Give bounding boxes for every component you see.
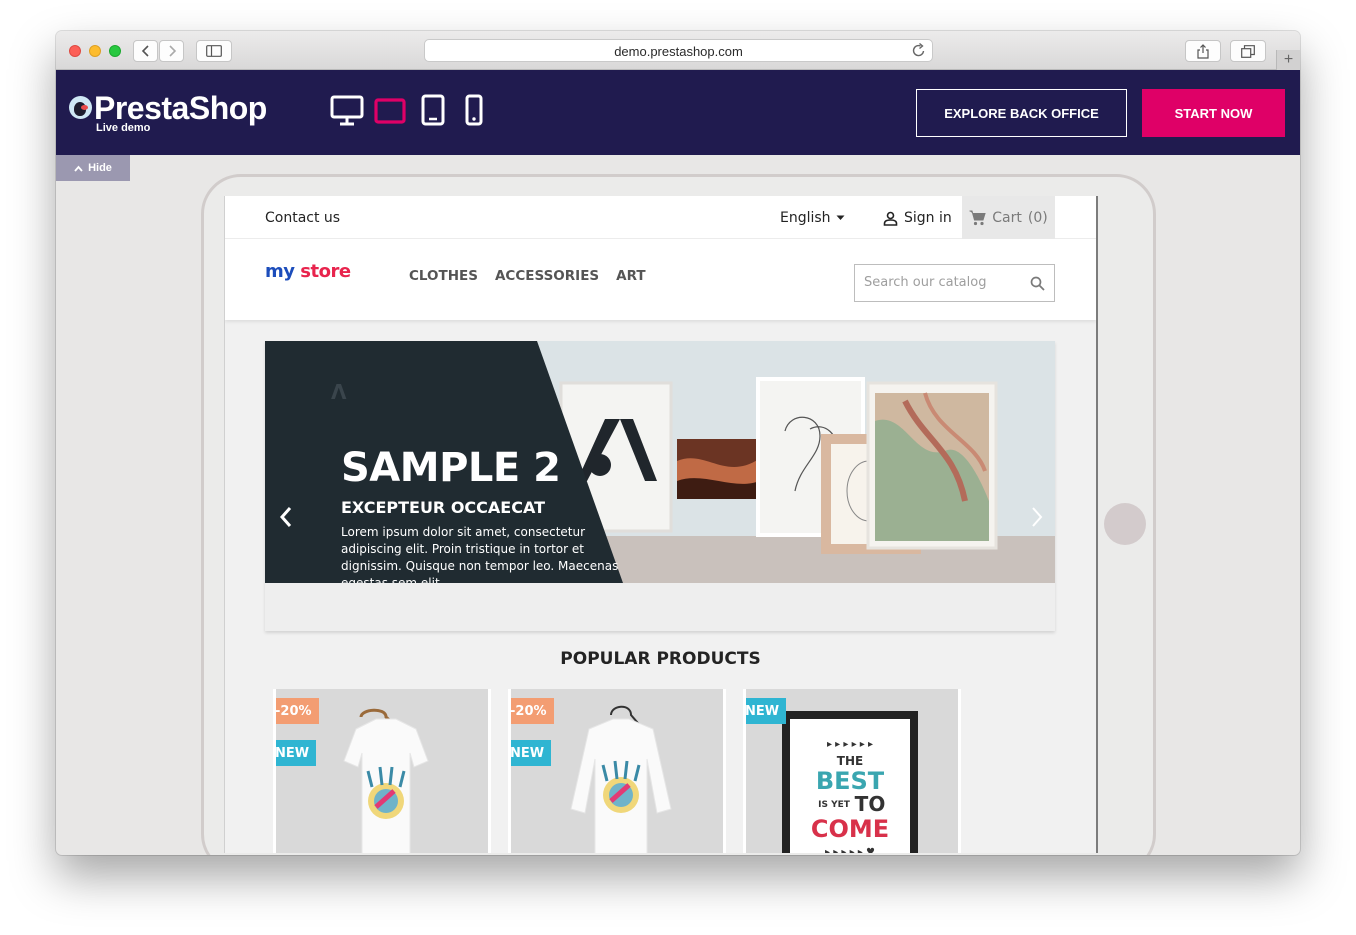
poster-line-4: TO	[855, 792, 886, 816]
product-card[interactable]: ▸ ▸ ▸ ▸ ▸ ▸ THE BEST IS YET TO COME ▸ ▸ …	[743, 689, 961, 853]
sidebar-icon	[206, 45, 222, 57]
product-card[interactable]: -20% NEW	[508, 689, 726, 853]
sign-in-link[interactable]: Sign in	[883, 210, 952, 226]
prestashop-logo-text: PrestaShop	[94, 90, 267, 126]
poster-line-5: COME	[811, 815, 889, 843]
svg-text:▸ ▸ ▸ ▸ ▸ ♥: ▸ ▸ ▸ ▸ ▸ ♥	[825, 847, 875, 853]
caret-down-icon	[836, 215, 845, 220]
sidebar-toggle-button[interactable]	[196, 40, 232, 62]
slider-next-icon[interactable]	[1030, 506, 1044, 528]
user-icon	[883, 211, 898, 226]
chevron-left-icon	[141, 45, 149, 57]
poster-line-3: IS YET	[818, 800, 851, 810]
tabs-icon	[1241, 44, 1255, 58]
tablet-portrait-icon[interactable]	[421, 94, 445, 126]
search-placeholder: Search our catalog	[864, 275, 987, 290]
sign-in-label: Sign in	[904, 210, 952, 226]
store-top-bar: Contact us English Sign in Cart (0)	[225, 196, 1096, 239]
forward-button[interactable]	[159, 40, 184, 62]
prestashop-logo[interactable]: PrestaShop	[69, 90, 267, 126]
browser-toolbar: demo.prestashop.com +	[56, 31, 1300, 70]
new-badge: NEW	[276, 740, 317, 766]
product-card[interactable]: -20% NEW	[273, 689, 491, 853]
browser-window: demo.prestashop.com + PrestaShop Live de…	[56, 31, 1300, 855]
svg-text:▸ ▸ ▸ ▸ ▸ ▸: ▸ ▸ ▸ ▸ ▸ ▸	[827, 739, 873, 750]
back-button[interactable]	[133, 40, 158, 62]
home-slider: Λ SAMPLE 2 EXCEPTEUR OCCAECAT Lorem ipsu…	[265, 341, 1055, 631]
logo-word-my: my	[265, 261, 295, 282]
live-demo-label: Live demo	[96, 122, 151, 134]
poster-line-2: BEST	[816, 767, 885, 795]
mobile-icon[interactable]	[465, 94, 483, 126]
slide-description: Lorem ipsum dolor sit amet, consectetur …	[341, 525, 619, 583]
zoom-window-button[interactable]	[109, 45, 121, 57]
address-bar[interactable]: demo.prestashop.com	[424, 39, 933, 62]
new-tab-button[interactable]: +	[1276, 50, 1300, 70]
store-logo[interactable]: my store	[265, 261, 351, 282]
slide-subtitle: EXCEPTEUR OCCAECAT	[341, 498, 546, 517]
chevron-up-icon	[74, 165, 83, 172]
share-button[interactable]	[1185, 40, 1221, 62]
store-preview: Contact us English Sign in Cart (0) my s…	[224, 196, 1098, 853]
hide-label: Hide	[88, 162, 112, 174]
search-icon[interactable]	[1030, 276, 1045, 291]
demo-top-bar: PrestaShop Live demo EXPLORE BACK OFFICE…	[56, 70, 1300, 155]
shopping-cart-icon	[969, 210, 986, 225]
desktop-icon[interactable]	[330, 95, 364, 127]
discount-badge: -20%	[511, 698, 554, 724]
language-selector[interactable]: English	[780, 210, 845, 226]
store-header: my store CLOTHES ACCESSORIES ART Search …	[225, 239, 1096, 320]
tabs-overview-button[interactable]	[1230, 40, 1266, 62]
close-window-button[interactable]	[69, 45, 81, 57]
hide-toggle[interactable]: Hide	[56, 155, 130, 181]
explore-back-office-button[interactable]: EXPLORE BACK OFFICE	[916, 89, 1127, 137]
search-input[interactable]: Search our catalog	[854, 264, 1055, 302]
discount-badge: -20%	[276, 698, 319, 724]
address-url: demo.prestashop.com	[614, 44, 743, 59]
cart-button[interactable]: Cart (0)	[962, 196, 1055, 239]
menu-item-clothes[interactable]: CLOTHES	[409, 268, 478, 284]
logo-word-store: store	[300, 261, 351, 282]
language-label: English	[780, 210, 831, 226]
tablet-home-button[interactable]	[1104, 503, 1146, 545]
popular-products-title: POPULAR PRODUCTS	[560, 649, 761, 669]
slide-title: SAMPLE 2	[341, 445, 561, 491]
new-badge: NEW	[746, 698, 787, 724]
slider-prev-icon[interactable]	[279, 506, 293, 528]
main-menu: CLOTHES ACCESSORIES ART	[409, 268, 646, 284]
contact-us-link[interactable]: Contact us	[265, 210, 340, 226]
menu-item-art[interactable]: ART	[616, 268, 645, 284]
cart-count: (0)	[1027, 209, 1048, 226]
start-now-button[interactable]: START NOW	[1142, 89, 1285, 137]
tablet-landscape-icon[interactable]	[374, 98, 406, 124]
share-icon	[1197, 43, 1209, 59]
menu-item-accessories[interactable]: ACCESSORIES	[495, 268, 599, 284]
puffin-icon	[69, 96, 92, 119]
new-badge: NEW	[511, 740, 552, 766]
reload-icon[interactable]	[912, 43, 926, 58]
svg-text:Λ: Λ	[331, 380, 347, 404]
poster-line-1: THE	[837, 754, 863, 768]
cart-label: Cart	[992, 209, 1022, 226]
minimize-window-button[interactable]	[89, 45, 101, 57]
chevron-right-icon	[168, 45, 176, 57]
